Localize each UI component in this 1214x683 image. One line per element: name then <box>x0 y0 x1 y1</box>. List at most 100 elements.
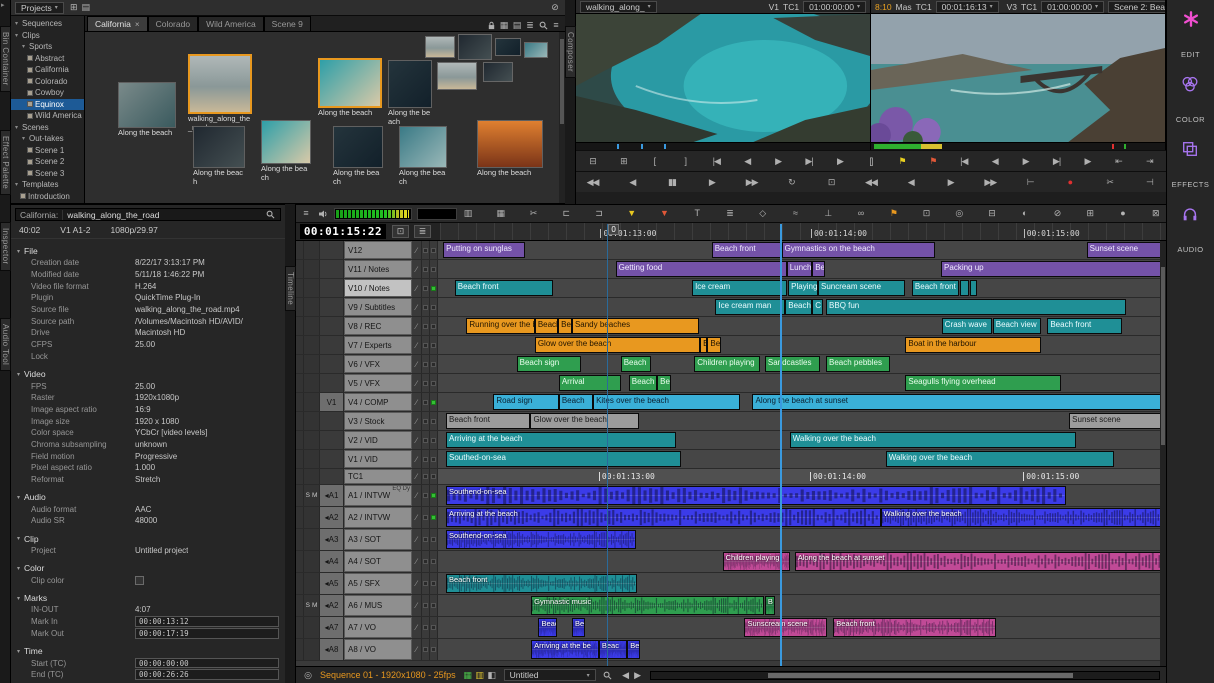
timeline-clip[interactable]: Ice cream <box>692 280 787 296</box>
timeline-clip[interactable]: Sunscream scene <box>744 618 826 637</box>
timeline-clip[interactable]: Suncream scene <box>818 280 905 296</box>
timeline-clip[interactable]: Kites over the beach <box>593 394 740 410</box>
timeline-clip[interactable]: Glow over the beach <box>530 413 638 429</box>
track-tool-cell[interactable]: ∕ <box>412 529 422 550</box>
tree-item-colorado[interactable]: Colorado <box>11 76 84 88</box>
track-lock-cell[interactable] <box>296 241 304 259</box>
track-monitor-cell[interactable] <box>430 374 438 392</box>
timeline-clip[interactable]: Beach sign <box>517 356 581 372</box>
play-icon[interactable]: ▶ <box>834 155 847 167</box>
track-monitor-cell[interactable] <box>430 412 438 430</box>
track-lane[interactable]: Southend-on-sea <box>438 529 1166 550</box>
track-monitor-cell[interactable] <box>430 595 438 616</box>
workspace-effects[interactable]: EFFECTS <box>1172 140 1210 189</box>
bin-clip[interactable]: Along the beach <box>193 126 245 186</box>
bin-clip[interactable]: Along the beach <box>318 58 382 118</box>
tree-item-scenes[interactable]: ▾Scenes <box>11 122 84 134</box>
track-lane[interactable]: Getting foodLunchBePacking up <box>438 260 1166 278</box>
track-button[interactable]: A1 / INTVWEQ Dy <box>344 485 412 506</box>
patch-cell[interactable]: ◂A2 <box>320 507 344 528</box>
track-lock-cell[interactable] <box>296 393 304 411</box>
source-tc-type[interactable]: TC1 <box>783 2 799 12</box>
track-tool-cell[interactable]: ∕ <box>412 241 422 259</box>
track-lane[interactable]: ArrivalBeachBeSeagulls flying overhead <box>438 374 1166 392</box>
track-monitor-cell[interactable] <box>430 573 438 594</box>
overwrite-icon[interactable]: ▼ <box>659 208 671 220</box>
track-lane[interactable]: Putting on sunglasBeach frontGymnastics … <box>438 241 1166 259</box>
mute-button[interactable]: M <box>312 492 317 499</box>
timeline-clip[interactable]: Beach front <box>455 280 553 296</box>
track-button[interactable]: TC1 <box>344 469 412 484</box>
bin-mini-frame[interactable] <box>524 42 548 58</box>
tree-item-abstract[interactable]: Abstract <box>11 53 84 65</box>
track-lane[interactable]: Glow over the beachBBeBoat in the harbou… <box>438 336 1166 354</box>
record-icon[interactable]: ● <box>1063 176 1076 188</box>
cut-icon[interactable]: ✂ <box>1103 176 1116 188</box>
anchor-icon[interactable]: ⊥ <box>822 208 834 220</box>
track-button[interactable]: V6 / VFX <box>344 355 412 373</box>
ruler-menu-icon[interactable]: ≣ <box>414 225 431 238</box>
track-button[interactable]: A2 / INTVW <box>344 507 412 528</box>
timeline-clip[interactable]: Beach front <box>833 618 996 637</box>
track-tool-cell[interactable]: ∕ <box>412 393 422 411</box>
search-icon[interactable] <box>537 19 549 31</box>
patch-cell[interactable] <box>320 336 344 354</box>
timeline-clip[interactable]: Gymnastics on the beach <box>782 242 936 258</box>
track-tool-cell[interactable]: ∕ <box>412 279 422 297</box>
track-lock-cell[interactable] <box>296 450 304 468</box>
track-lane[interactable]: Beach signBeachChildren playingSandcastl… <box>438 355 1166 373</box>
track-button[interactable]: V10 / Notes <box>344 279 412 297</box>
timeline-clip[interactable]: Sandy beaches <box>572 318 699 334</box>
dock-tab-audio-tool[interactable]: Audio Tool <box>0 318 11 371</box>
timeline-clip[interactable]: Putting on sunglas <box>443 242 525 258</box>
expand-arrow-icon[interactable]: ▾ <box>13 32 20 39</box>
timeline-clip[interactable]: Beach front <box>912 280 959 296</box>
solo-mute-cell[interactable] <box>304 279 320 297</box>
track-tool-cell[interactable]: ∕ <box>412 639 422 660</box>
track-monitor-cell[interactable] <box>430 241 438 259</box>
track-button[interactable]: V2 / VID <box>344 431 412 449</box>
tree-item-california[interactable]: California <box>11 64 84 76</box>
solo-mute-cell[interactable] <box>304 573 320 594</box>
bin-mini-frame[interactable] <box>425 36 455 58</box>
property-value[interactable]: 00:00:00:00 <box>135 658 279 669</box>
workspace-edit[interactable]: EDIT <box>1181 10 1200 59</box>
track-monitor-cell[interactable] <box>430 469 438 484</box>
video-quality-icon[interactable]: ▦ <box>462 669 474 681</box>
cut-icon[interactable]: ✂ <box>528 208 540 220</box>
patch-cell[interactable]: ◂A3 <box>320 529 344 550</box>
track-sync-cell[interactable] <box>422 298 430 316</box>
section-header-marks[interactable]: ▾Marks <box>11 590 285 604</box>
patch-cell[interactable] <box>320 412 344 430</box>
timeline-clip[interactable]: Sunset scene <box>1087 242 1166 258</box>
rec-prev-edit-icon[interactable]: |◀ <box>957 155 970 167</box>
bin-clip[interactable]: Along the beach <box>388 60 432 126</box>
lift-icon[interactable]: ⊏ <box>560 208 572 220</box>
script-view-icon[interactable]: ▤ <box>511 19 523 31</box>
solo-mute-cell[interactable] <box>304 412 320 430</box>
track-tool-cell[interactable]: ∕ <box>412 485 422 506</box>
mark-clip-icon[interactable]: [] <box>864 155 877 167</box>
timeline-horizontal-scrollbar[interactable] <box>650 671 1160 680</box>
panel-menu-icon[interactable]: ⊘ <box>549 2 561 14</box>
track-lane[interactable]: Ice cream manBeachCBBQ fun <box>438 298 1166 316</box>
record-position-bar[interactable] <box>871 142 1166 150</box>
expand-arrow-icon[interactable]: ▾ <box>20 135 27 142</box>
patch-cell[interactable]: ◂A1 <box>320 485 344 506</box>
inspector-search[interactable]: California: walking_along_the_road <box>15 208 281 221</box>
track-button[interactable]: V3 / Stock <box>344 412 412 430</box>
track-lock-cell[interactable] <box>296 317 304 335</box>
track-sync-cell[interactable] <box>422 450 430 468</box>
timeline-clip[interactable]: B <box>700 337 707 353</box>
expand-arrow-icon[interactable]: ▾ <box>17 535 20 542</box>
tab-close-icon[interactable]: × <box>135 20 140 29</box>
dock-tab-effect-palette[interactable]: Effect Palette <box>0 130 11 195</box>
step-fwd-icon[interactable]: ▶ <box>772 155 785 167</box>
patch-cell[interactable] <box>320 241 344 259</box>
timeline-clip[interactable]: Be <box>558 318 572 334</box>
timeline-clip[interactable]: Running over the b <box>466 318 534 334</box>
render-icon[interactable]: ● <box>1117 208 1129 220</box>
timeline-clip[interactable]: Arriving at the beach <box>446 508 881 527</box>
tree-item-sports[interactable]: ▾Sports <box>11 41 84 53</box>
record-tc-type[interactable]: TC1 <box>1021 2 1037 12</box>
